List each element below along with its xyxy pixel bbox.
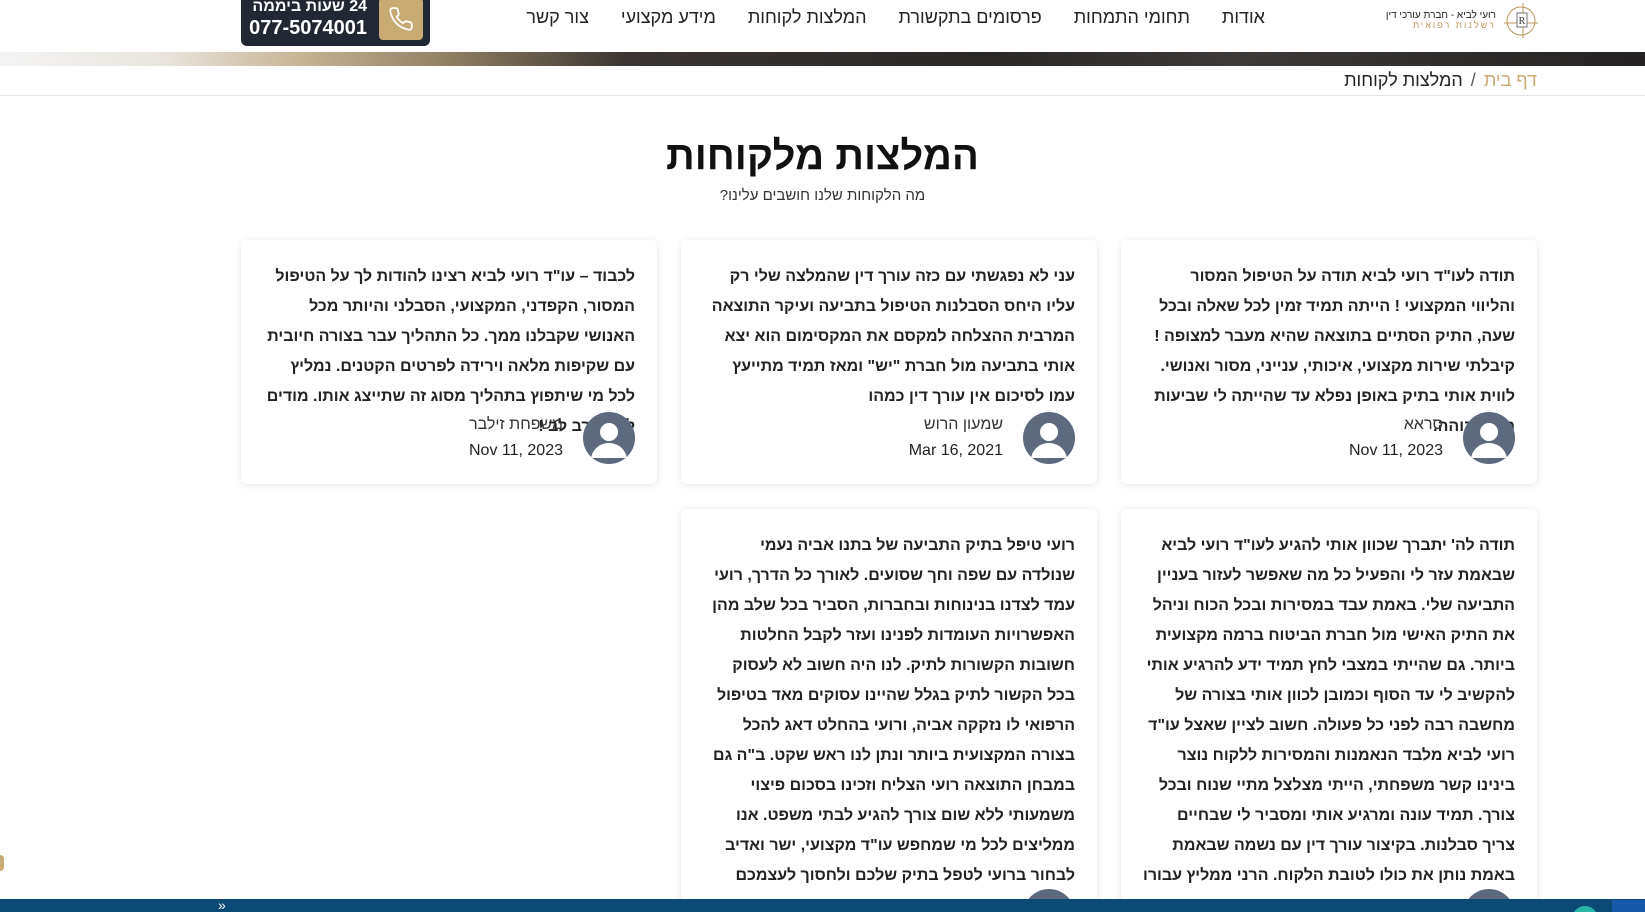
page-title: המלצות מלקוחות bbox=[666, 134, 979, 178]
author-name: סראא bbox=[1403, 416, 1443, 433]
page-subtitle: מה הלקוחות שלנו חושבים עלינו? bbox=[719, 187, 926, 204]
phone-text: 24 שעות ביממה 077-5074001 bbox=[249, 0, 367, 40]
nav-professional-info[interactable]: מידע מקצועי bbox=[621, 7, 716, 28]
breadcrumb-separator: / bbox=[1470, 69, 1476, 90]
logo-emblem-icon: R bbox=[1502, 1, 1540, 39]
author-date: Nov 11, 2023 bbox=[1349, 442, 1443, 459]
accessibility-icon[interactable] bbox=[1612, 900, 1645, 912]
phone-icon bbox=[379, 0, 423, 40]
testimonial-card: לכבוד – עו"ד רועי לביא רצינו להודות לך ע… bbox=[241, 240, 657, 484]
testimonial-card: תודה לעו"ד רועי לביא תודה על הטיפול המסו… bbox=[1121, 240, 1537, 484]
testimonial-card: עני לא נפגשתי עם כזה עורך דין שהמלצה שלי… bbox=[681, 240, 1097, 484]
bottom-sticky-bar bbox=[0, 899, 1645, 912]
nav-testimonials[interactable]: המלצות לקוחות bbox=[748, 7, 867, 28]
testimonial-author: סראא Nov 11, 2023 bbox=[1349, 416, 1443, 460]
testimonial-footer: סראא Nov 11, 2023 bbox=[1349, 412, 1515, 464]
user-avatar-icon bbox=[1463, 412, 1515, 464]
phone-cta-button[interactable]: 24 שעות ביממה 077-5074001 bbox=[241, 0, 430, 46]
testimonial-footer: שמעון הרוש Mar 16, 2021 bbox=[909, 412, 1075, 464]
user-avatar-icon bbox=[583, 412, 635, 464]
author-name: משפחת זילבר bbox=[469, 416, 563, 433]
user-avatar-icon bbox=[1023, 412, 1075, 464]
nav-media[interactable]: פרסומים בתקשורת bbox=[899, 7, 1042, 28]
logo-text: רועי לביא - חברת עורכי דין רשלנות רפואית bbox=[1386, 10, 1496, 31]
author-name: שמעון הרוש bbox=[923, 416, 1003, 433]
logo-firm-name: רועי לביא - חברת עורכי דין bbox=[1385, 9, 1496, 21]
site-header: R רועי לביא - חברת עורכי דין רשלנות רפוא… bbox=[0, 0, 1645, 52]
nav-practice-areas[interactable]: תחומי התמחות bbox=[1074, 7, 1190, 28]
breadcrumb-home-link[interactable]: דף בית bbox=[1484, 70, 1537, 91]
phone-number: 077-5074001 bbox=[249, 16, 367, 39]
logo-tagline: רשלנות רפואית bbox=[1412, 19, 1496, 30]
main-nav: אודות תחומי התמחות פרסומים בתקשורת המלצו… bbox=[526, 0, 1265, 34]
hero-banner-strip bbox=[0, 52, 1645, 66]
nav-about[interactable]: אודות bbox=[1222, 7, 1265, 28]
author-date: Nov 11, 2023 bbox=[469, 442, 563, 459]
testimonial-text: עני לא נפגשתי עם כזה עורך דין שהמלצה שלי… bbox=[711, 268, 1075, 405]
side-tab-handle[interactable] bbox=[0, 855, 4, 871]
breadcrumb-divider bbox=[0, 95, 1645, 96]
svg-text:R: R bbox=[1519, 16, 1526, 27]
breadcrumb: דף בית / המלצות לקוחות bbox=[1344, 68, 1537, 92]
author-date: Mar 16, 2021 bbox=[908, 442, 1003, 459]
testimonial-footer: משפחת זילבר Nov 11, 2023 bbox=[469, 412, 635, 464]
testimonial-text: תודה לה' יתברך שכוון אותי להגיע לעו"ד רו… bbox=[1143, 537, 1515, 884]
testimonial-author: שמעון הרוש Mar 16, 2021 bbox=[909, 416, 1003, 460]
breadcrumb-current: המלצות לקוחות bbox=[1344, 69, 1463, 90]
site-logo[interactable]: R רועי לביא - חברת עורכי דין רשלנות רפוא… bbox=[1372, 0, 1540, 40]
phone-hours: 24 שעות ביממה bbox=[252, 0, 367, 16]
testimonial-card: רועי טיפל בתיק התביעה של בתנו אביה נעמי … bbox=[681, 509, 1097, 912]
testimonial-card: תודה לה' יתברך שכוון אותי להגיע לעו"ד רו… bbox=[1121, 509, 1537, 912]
testimonial-text: רועי טיפל בתיק התביעה של בתנו אביה נעמי … bbox=[712, 537, 1075, 912]
testimonial-author: משפחת זילבר Nov 11, 2023 bbox=[469, 416, 563, 460]
chevron-double-left-icon[interactable]: « bbox=[218, 898, 226, 912]
nav-contact[interactable]: צור קשר bbox=[526, 7, 588, 28]
